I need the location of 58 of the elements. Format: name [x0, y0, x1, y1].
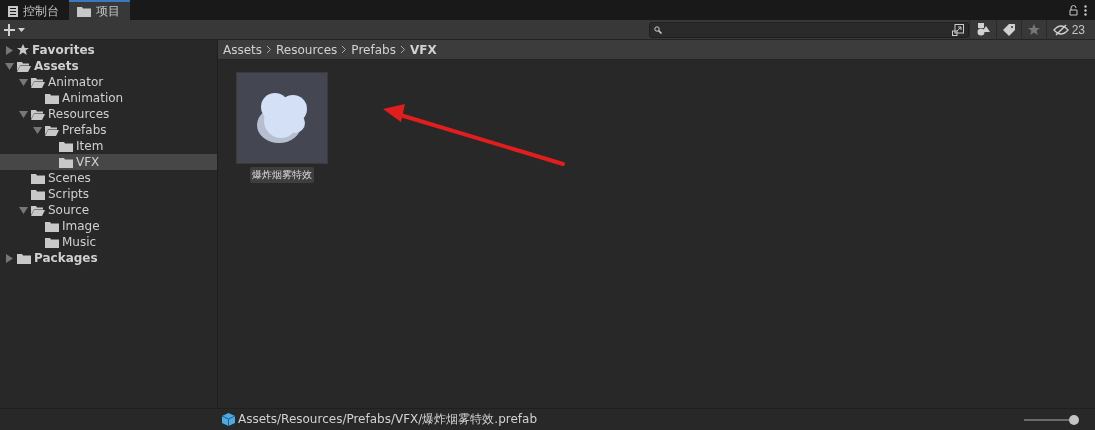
- folder-icon: [45, 92, 59, 104]
- tree-item[interactable]: Scripts: [0, 186, 217, 202]
- shapes-icon: [975, 23, 990, 36]
- tab[interactable]: 控制台: [0, 0, 69, 20]
- tree-item[interactable]: VFX: [0, 154, 217, 170]
- add-icon[interactable]: [4, 23, 26, 36]
- cube-icon: [222, 413, 235, 426]
- expand-icon[interactable]: [951, 23, 964, 36]
- chevron-right-icon: [341, 45, 348, 54]
- tree-item[interactable]: Prefabs: [0, 122, 217, 138]
- tree-item[interactable]: Scenes: [0, 170, 217, 186]
- asset-path: Assets/Resources/Prefabs/VFX/爆炸烟雾特效.prefab: [238, 411, 538, 428]
- tree-item[interactable]: Packages: [0, 250, 217, 266]
- hidden-eye-icon: [1052, 23, 1069, 36]
- tree-item[interactable]: Item: [0, 138, 217, 154]
- tab[interactable]: 项目: [69, 0, 130, 20]
- tree-item[interactable]: Animation: [0, 90, 217, 106]
- search-icon: [653, 25, 662, 34]
- breadcrumb-item[interactable]: VFX: [409, 42, 437, 57]
- tree-item[interactable]: Resources: [0, 106, 217, 122]
- folder-icon: [31, 188, 45, 200]
- chevron-right-icon: [266, 45, 273, 54]
- chevron-right-icon: [399, 45, 406, 54]
- folder-icon: [45, 220, 59, 232]
- folder-icon: [17, 252, 31, 264]
- tree-item[interactable]: Image: [0, 218, 217, 234]
- tree-item[interactable]: Assets: [0, 58, 217, 74]
- collapsed-arrow-icon[interactable]: [5, 253, 14, 263]
- document-icon: [8, 5, 18, 17]
- breadcrumb-item[interactable]: Prefabs: [351, 42, 396, 57]
- folder-icon: [59, 156, 73, 168]
- open-folder-icon: [31, 204, 45, 216]
- collapsed-arrow-icon[interactable]: [5, 45, 14, 55]
- hidden-packages-button[interactable]: 23: [1045, 19, 1091, 40]
- tree-item[interactable]: Animator: [0, 74, 217, 90]
- slider-thumb[interactable]: [1069, 414, 1079, 425]
- folder-icon: [31, 172, 45, 184]
- expanded-arrow-icon[interactable]: [19, 205, 28, 215]
- star-icon: [17, 44, 29, 56]
- asset-name[interactable]: 爆炸烟雾特效: [250, 167, 314, 183]
- star-icon: [1027, 23, 1040, 36]
- tree-item[interactable]: Favorites: [0, 42, 217, 58]
- open-folder-icon: [17, 60, 31, 72]
- tree-item[interactable]: Music: [0, 234, 217, 250]
- more-icon[interactable]: [1084, 4, 1087, 16]
- open-folder-icon: [45, 124, 59, 136]
- folder-icon: [59, 140, 73, 152]
- open-folder-icon: [31, 108, 45, 120]
- open-folder-icon: [31, 76, 45, 88]
- asset-thumbnail[interactable]: [236, 72, 328, 164]
- tree-item[interactable]: Source: [0, 202, 217, 218]
- tag-icon: [1002, 23, 1015, 36]
- breadcrumb-item[interactable]: Resources: [276, 42, 338, 57]
- search-field[interactable]: [648, 21, 969, 38]
- lock-icon[interactable]: [1069, 4, 1078, 16]
- breadcrumb-item[interactable]: Assets: [223, 42, 263, 57]
- folder-icon: [45, 236, 59, 248]
- folder-icon: [77, 5, 91, 17]
